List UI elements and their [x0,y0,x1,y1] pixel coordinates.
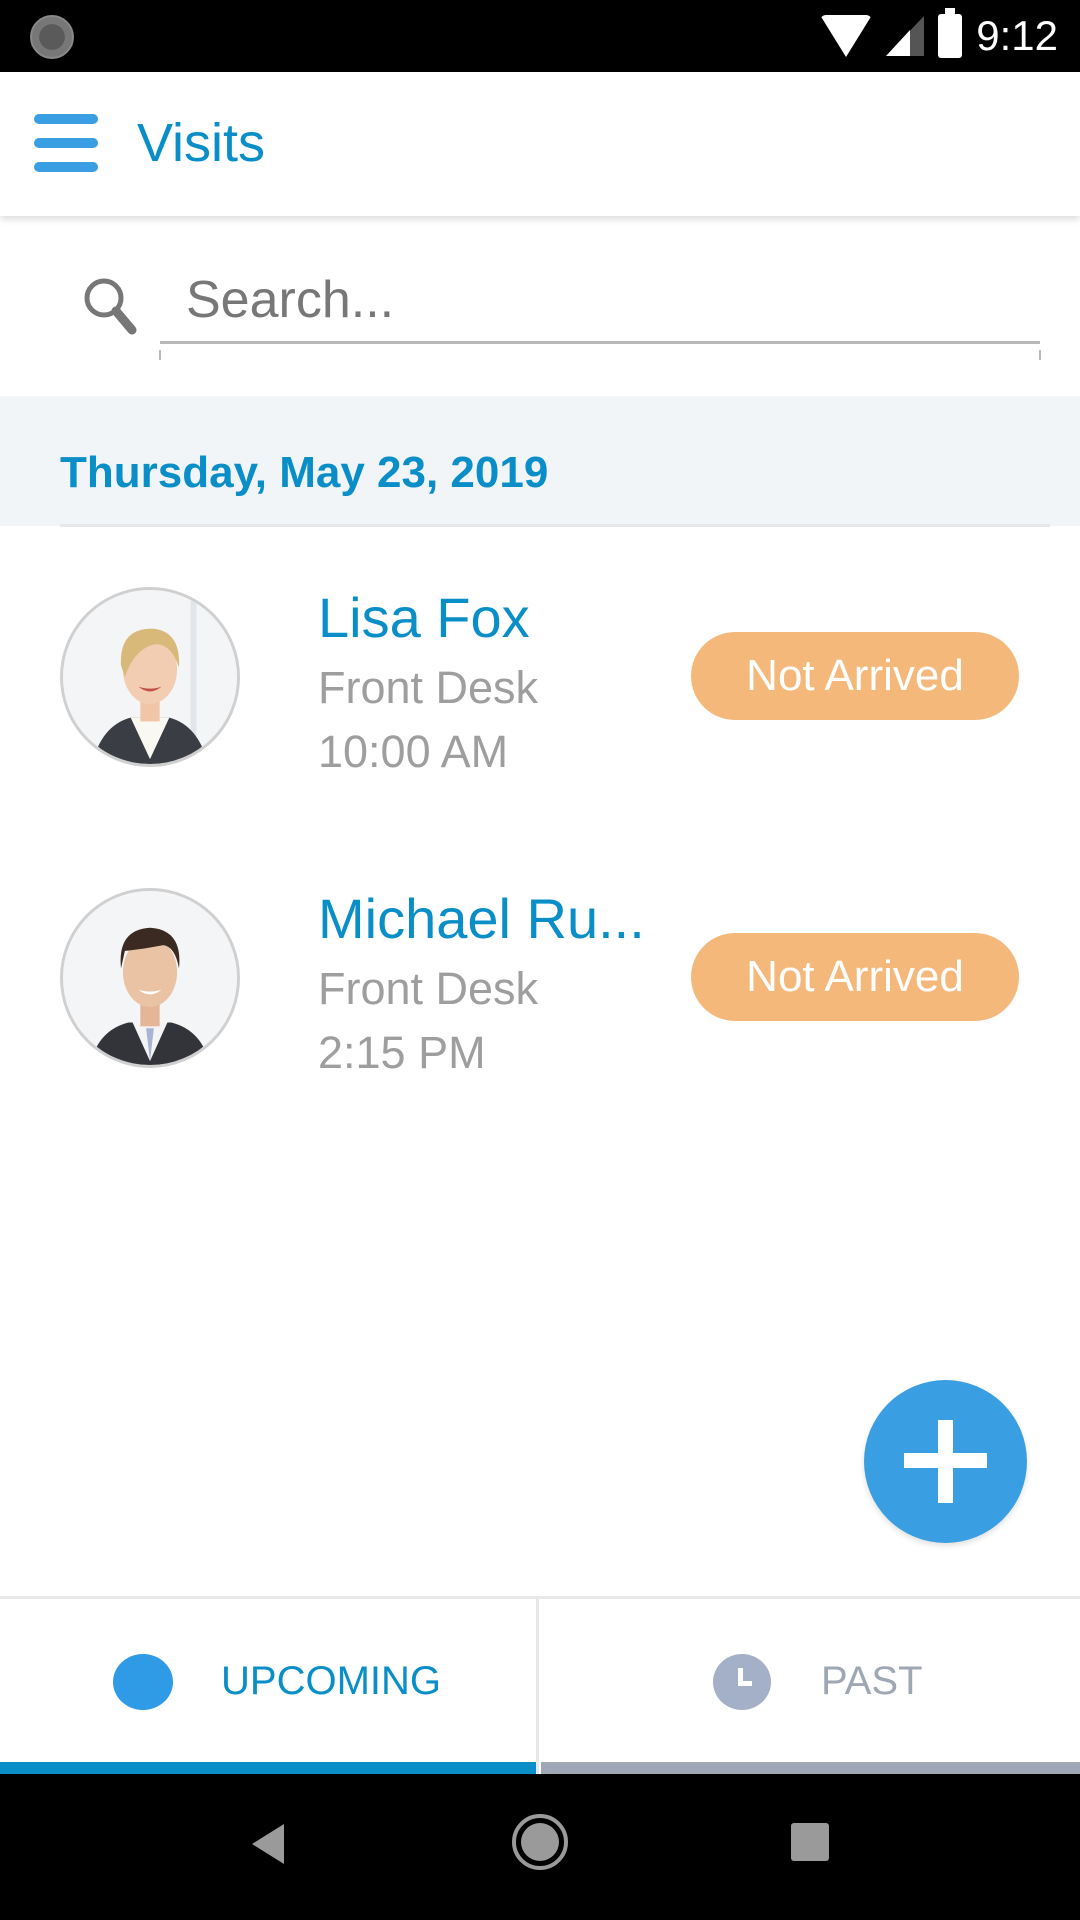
status-badge: Not Arrived [691,933,1019,1021]
tab-upcoming[interactable]: UPCOMING [0,1599,539,1774]
visit-time: 10:00 AM [318,726,509,777]
avatar-photo-woman [63,590,237,764]
status-time: 9:12 [976,12,1058,59]
search-underline-edge [1039,350,1041,360]
plus-icon [938,1420,953,1503]
search-bar [0,216,1080,396]
tab-indicator [541,1762,1080,1774]
app-bar: Visits [0,72,1080,216]
visitor-name: Lisa Fox [318,586,530,649]
search-icon[interactable] [82,276,138,336]
loading-spinner-icon [30,15,74,59]
visit-location: Front Desk [318,662,539,713]
date-label: Thursday, May 23, 2019 [60,448,549,497]
cell-signal-icon [886,16,925,56]
bottom-tab-bar: UPCOMING PAST [0,1596,1080,1774]
clock-icon [713,1654,771,1710]
add-visit-button[interactable] [864,1380,1027,1543]
search-underline-edge [159,350,161,360]
visitor-name: Michael Ru... [318,887,645,950]
visit-time: 2:15 PM [318,1027,486,1078]
search-input[interactable] [160,258,1040,344]
status-bar: 9:12 [0,0,1080,72]
tab-past[interactable]: PAST [541,1599,1080,1774]
recents-icon[interactable] [791,1823,829,1861]
avatar-photo-man [63,891,237,1065]
active-tab-indicator [0,1762,536,1774]
page-title: Visits [137,113,266,173]
battery-icon [938,8,963,58]
visit-list-item[interactable]: Lisa Fox Front Desk 10:00 AM Not Arrived [0,530,1080,830]
tab-label: UPCOMING [221,1659,441,1703]
tab-label: PAST [821,1659,923,1703]
visit-location: Front Desk [318,963,539,1014]
hamburger-menu-icon[interactable] [34,114,100,174]
avatar [60,587,240,767]
system-nav-bar [0,1774,1080,1920]
status-badge: Not Arrived [691,632,1019,720]
status-icons: 9:12 [820,0,1058,72]
avatar [60,888,240,1068]
home-icon[interactable] [512,1814,568,1870]
wifi-icon [820,15,873,57]
visit-list-item[interactable]: Michael Ru... Front Desk 2:15 PM Not Arr… [0,830,1080,1130]
back-icon[interactable] [252,1824,284,1864]
date-section-header: Thursday, May 23, 2019 [0,396,1080,527]
dot-icon [113,1654,173,1710]
divider [60,524,1050,527]
